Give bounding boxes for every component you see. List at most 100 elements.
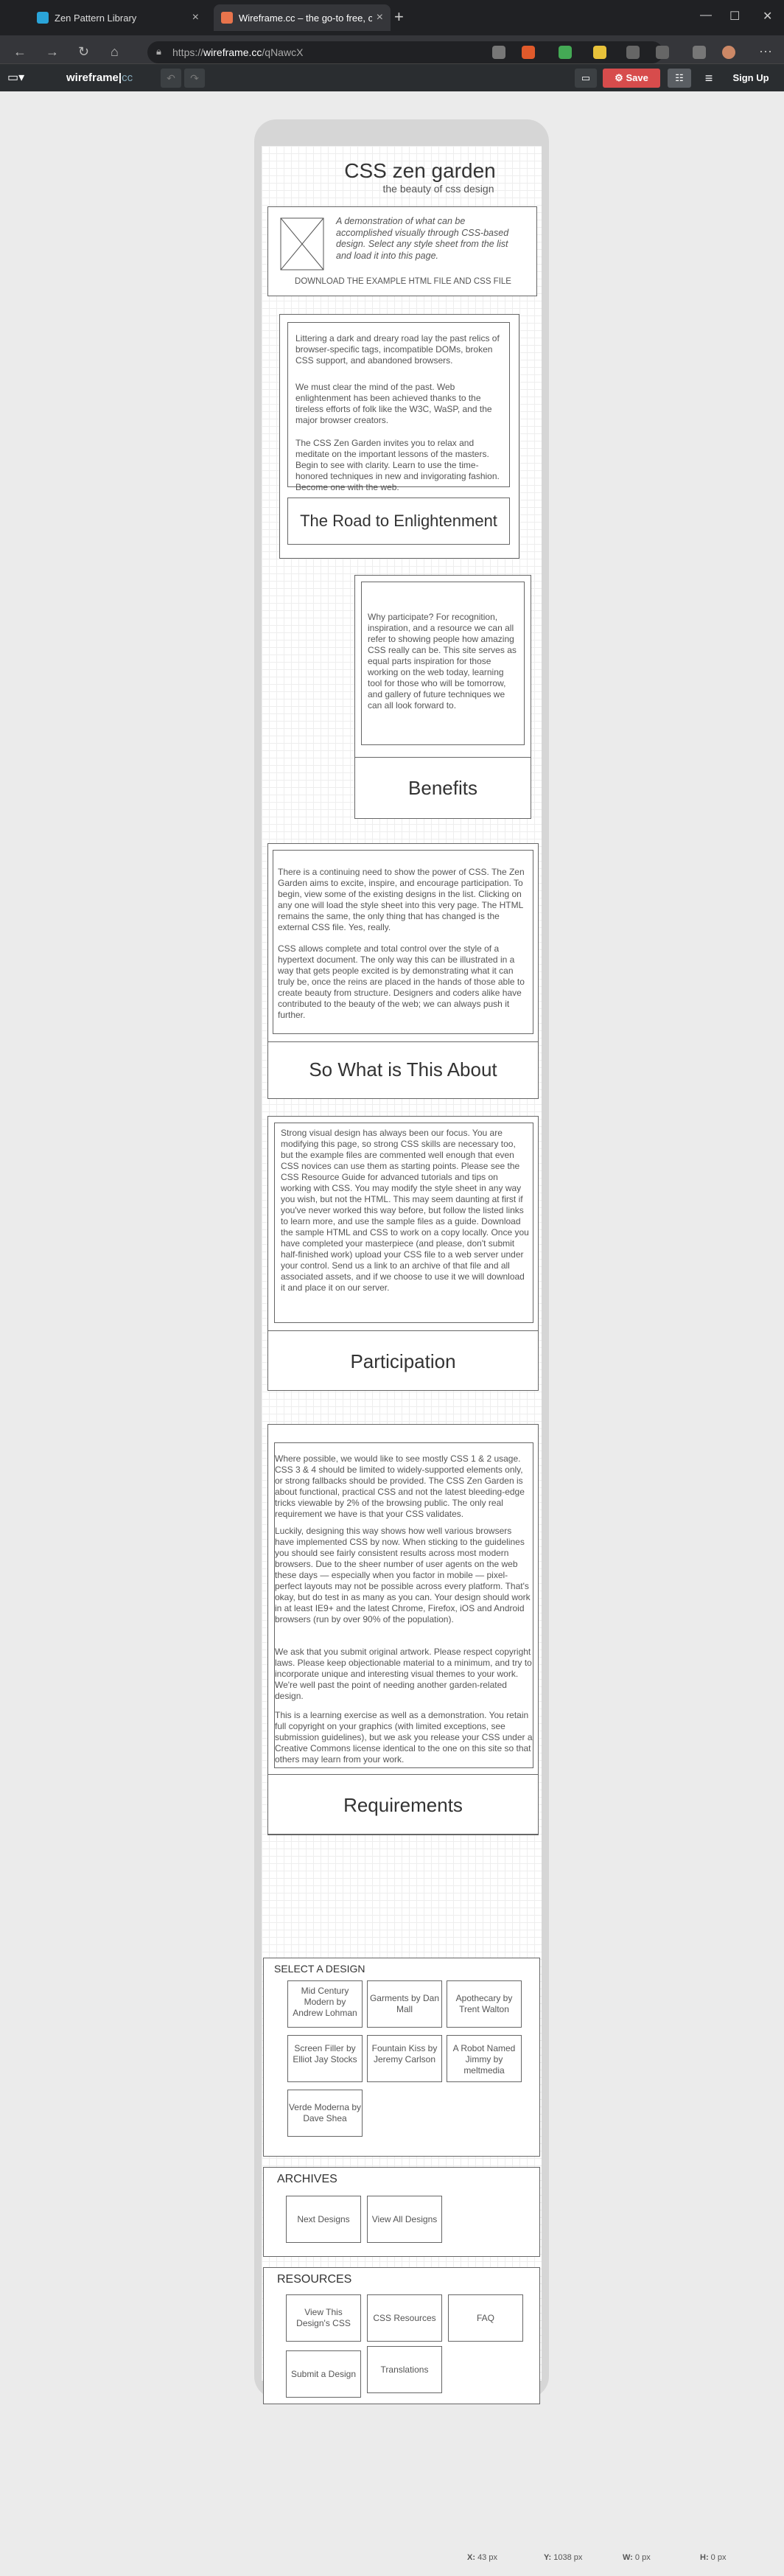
road-text-box[interactable]: Littering a dark and dreary road lay the… [287, 322, 510, 492]
resource-link[interactable]: FAQ [448, 2294, 523, 2342]
close-icon[interactable]: × [192, 11, 199, 24]
extension-icon[interactable] [626, 46, 640, 59]
more-icon[interactable]: ⋯ [759, 44, 772, 60]
tab-wireframe[interactable]: Wireframe.cc – the go-to free, o × [214, 4, 391, 31]
participation-section[interactable]: Strong visual design has always been our… [267, 1116, 539, 1391]
download-link[interactable]: DOWNLOAD THE EXAMPLE HTML FILE AND CSS F… [268, 276, 538, 287]
save-button[interactable]: ⚙ Save [603, 69, 660, 88]
design-link[interactable]: Apothecary by Trent Walton [447, 1980, 522, 2028]
canvas[interactable]: CSS zen garden the beauty of css design … [0, 91, 784, 2576]
tab-title: Zen Pattern Library [55, 12, 137, 24]
road-section[interactable]: Littering a dark and dreary road lay the… [279, 314, 519, 559]
design-link-label: A Robot Named Jimmy by meltmedia [452, 2043, 516, 2076]
resource-link[interactable]: View This Design's CSS [286, 2294, 361, 2342]
comment-icon[interactable]: ▭ [575, 69, 597, 88]
save-label: Save [626, 72, 648, 83]
design-link[interactable]: Fountain Kiss by Jeremy Carlson [367, 2035, 442, 2082]
view-all-designs-link[interactable]: View All Designs [367, 2196, 442, 2243]
tab-title: Wireframe.cc – the go-to free, o [239, 12, 372, 24]
resource-link[interactable]: CSS Resources [367, 2294, 442, 2342]
extension-icon[interactable] [593, 46, 606, 59]
road-paragraph: The CSS Zen Garden invites you to relax … [295, 438, 500, 492]
x-readout: X: 43 px [467, 2553, 497, 2562]
avatar[interactable] [722, 46, 735, 59]
design-link[interactable]: Garments by Dan Mall [367, 1980, 442, 2028]
benefits-heading-box[interactable]: Benefits [354, 757, 531, 819]
extension-icon[interactable] [559, 46, 572, 59]
requirements-paragraph: Luckily, designing this way shows how we… [275, 1526, 531, 1624]
extension-icon[interactable] [522, 46, 535, 59]
home-icon[interactable]: ⌂ [111, 44, 119, 60]
benefits-text-box[interactable]: Why participate? For recognition, inspir… [361, 582, 525, 745]
maximize-icon[interactable]: ☐ [729, 9, 740, 24]
about-text-box[interactable]: There is a continuing need to show the p… [273, 850, 533, 1034]
about-section[interactable]: There is a continuing need to show the p… [267, 843, 539, 1099]
frame-picker-icon[interactable]: ▭▾ [7, 70, 35, 86]
browser-tab-bar: Zen Pattern Library × Wireframe.cc – the… [0, 0, 784, 35]
extension-icon[interactable] [492, 46, 505, 59]
url-input[interactable]: 🔒︎ https://wireframe.cc/qNawcX [147, 41, 663, 63]
redo-icon[interactable]: ↷ [184, 69, 205, 88]
participation-heading: Participation [350, 1350, 456, 1372]
y-readout: Y: 1038 px [544, 2553, 582, 2562]
tab-zen-pattern-library[interactable]: Zen Pattern Library × [29, 4, 206, 31]
page-title[interactable]: CSS zen garden [321, 159, 519, 183]
select-design-section[interactable]: SELECT A DESIGN Mid Century Modern by An… [263, 1958, 540, 2157]
design-link-label: Mid Century Modern by Andrew Lohman [293, 1986, 357, 2018]
road-heading-box[interactable]: The Road to Enlightenment [287, 498, 510, 545]
resource-link[interactable]: Translations [367, 2346, 442, 2393]
archives-section[interactable]: ARCHIVES Next Designs View All Designs [263, 2167, 540, 2257]
design-link[interactable]: Verde Moderna by Dave Shea [287, 2090, 363, 2137]
back-icon[interactable]: ← [13, 44, 27, 60]
logo: wireframe|cc [66, 71, 133, 84]
about-paragraph: There is a continuing need to show the p… [278, 867, 525, 932]
lock-icon: 🔒︎ [156, 46, 161, 57]
about-heading-box[interactable]: So What is This About [267, 1041, 539, 1099]
h-label: H: [700, 2553, 709, 2562]
h-readout: H: 0 px [700, 2553, 726, 2562]
requirements-text-box[interactable]: Where possible, we would like to see mos… [274, 1442, 533, 1768]
participation-heading-box[interactable]: Participation [267, 1330, 539, 1391]
close-window-icon[interactable]: ✕ [763, 9, 772, 24]
extension-icon[interactable] [693, 46, 706, 59]
design-link[interactable]: Mid Century Modern by Andrew Lohman [287, 1980, 363, 2028]
signup-button[interactable]: Sign Up [727, 69, 775, 88]
next-designs-link[interactable]: Next Designs [286, 2196, 361, 2243]
menu-icon[interactable]: ≡ [700, 69, 718, 88]
minimize-icon[interactable]: — [700, 9, 712, 22]
design-link[interactable]: Screen Filler by Elliot Jay Stocks [287, 2035, 363, 2082]
design-link[interactable]: A Robot Named Jimmy by meltmedia [447, 2035, 522, 2082]
design-link-label: Garments by Dan Mall [369, 1993, 440, 2014]
requirements-heading-box[interactable]: Requirements [267, 1774, 539, 1835]
resource-link-label: View This Design's CSS [296, 2307, 351, 2328]
design-link-label: Screen Filler by Elliot Jay Stocks [293, 2043, 357, 2064]
participation-paragraph: Strong visual design has always been our… [281, 1128, 529, 1293]
resource-link[interactable]: Submit a Design [286, 2350, 361, 2398]
page-subtitle[interactable]: the beauty of css design [365, 183, 512, 195]
phone-frame: CSS zen garden the beauty of css design … [254, 119, 549, 2404]
undo-icon[interactable]: ↶ [161, 69, 181, 88]
grid-toggle-icon[interactable]: ☷ [668, 69, 691, 88]
requirements-section[interactable]: Where possible, we would like to see mos… [267, 1424, 539, 1835]
logo-suffix: cc [122, 71, 133, 84]
archive-link-label: View All Designs [371, 2214, 438, 2224]
benefits-paragraph: Why participate? For recognition, inspir… [368, 612, 517, 711]
select-design-heading: SELECT A DESIGN [274, 1963, 365, 1975]
image-placeholder-icon [280, 217, 324, 270]
intro-section[interactable]: A demonstration of what can be accomplis… [267, 206, 537, 296]
design-link-label: Verde Moderna by Dave Shea [288, 2102, 362, 2123]
url-host: wireframe.cc [203, 46, 262, 58]
participation-text-box[interactable]: Strong visual design has always been our… [274, 1123, 533, 1323]
new-tab-icon[interactable]: + [394, 7, 404, 27]
wireframe-icon [221, 12, 233, 24]
resources-section[interactable]: RESOURCES View This Design's CSS CSS Res… [263, 2267, 540, 2404]
forward-icon[interactable]: → [46, 44, 59, 60]
benefits-section[interactable]: Why participate? For recognition, inspir… [354, 575, 531, 819]
reload-icon[interactable]: ↻ [78, 44, 89, 60]
w-readout: W: 0 px [623, 2553, 651, 2562]
archive-link-label: Next Designs [297, 2214, 350, 2224]
close-icon[interactable]: × [377, 11, 383, 24]
wireframe-screen[interactable]: CSS zen garden the beauty of css design … [262, 146, 542, 2404]
extension-icon[interactable] [656, 46, 669, 59]
resource-link-label: Translations [380, 2364, 429, 2375]
